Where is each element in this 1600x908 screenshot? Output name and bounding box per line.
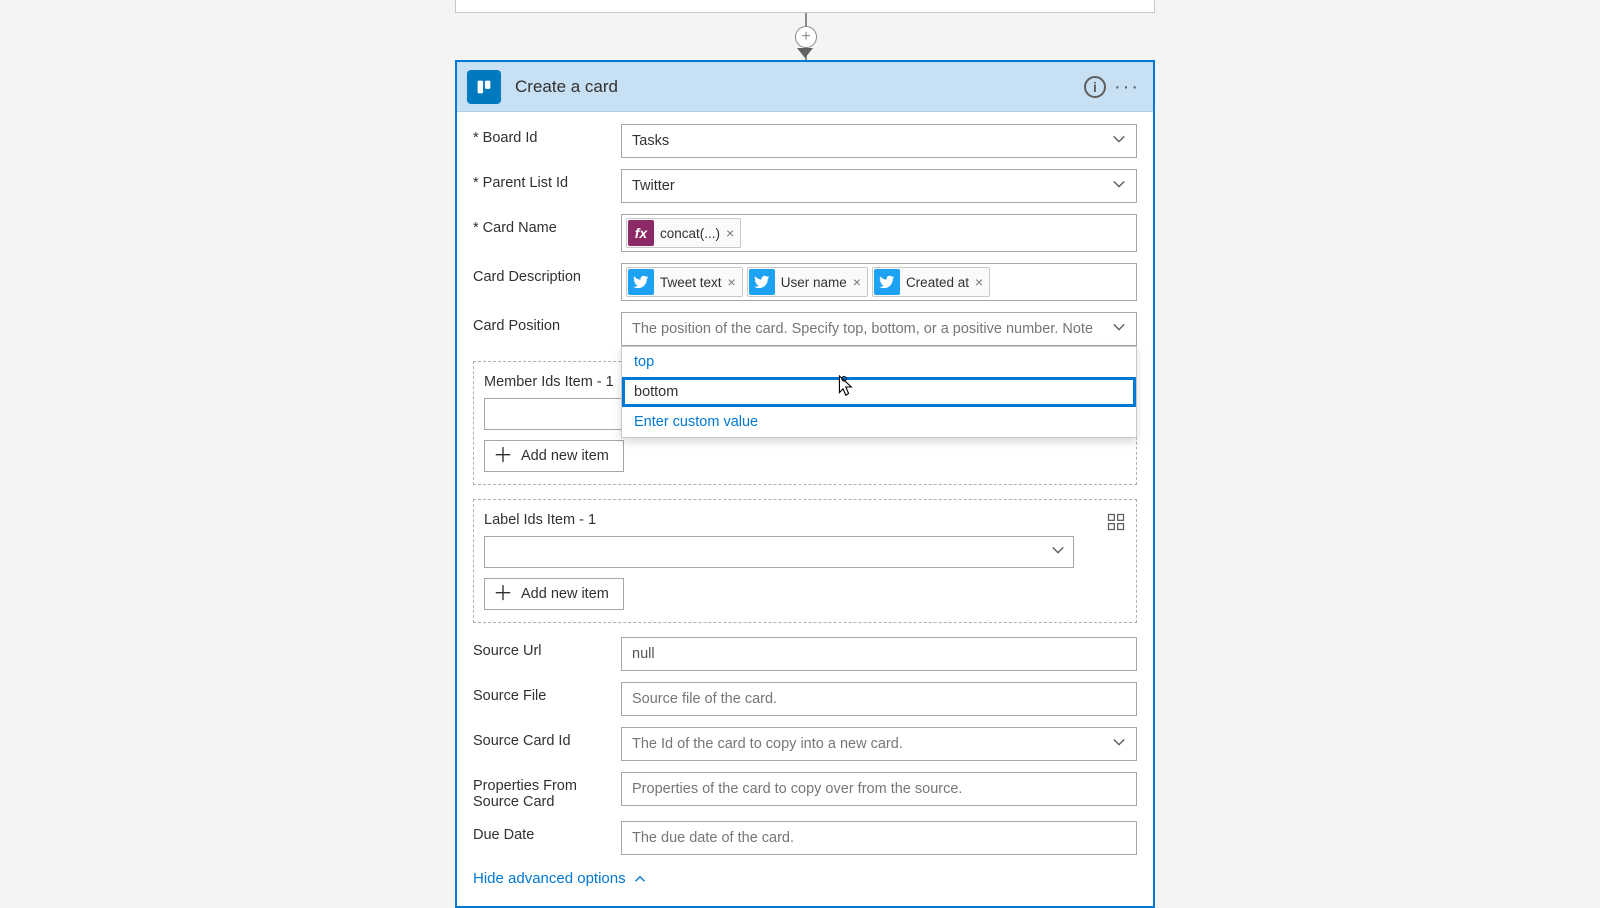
previous-step-card: [455, 0, 1155, 13]
source-card-id-select[interactable]: The Id of the card to copy into a new ca…: [621, 727, 1137, 761]
dropdown-option-top[interactable]: top: [622, 347, 1136, 377]
card-position-select[interactable]: The position of the card. Specify top, b…: [621, 312, 1137, 346]
label-parent-list-id: Parent List Id: [483, 175, 568, 191]
chevron-down-icon: [1112, 177, 1126, 195]
remove-token-icon[interactable]: ×: [726, 225, 734, 241]
card-description-input[interactable]: Tweet text × User name × Created at ×: [621, 263, 1137, 301]
action-card-create-card: Create a card i ··· *Board Id Tasks *Par…: [455, 60, 1155, 908]
board-id-select[interactable]: Tasks: [621, 124, 1137, 158]
label-label-ids: Label Ids Item - 1: [484, 512, 1126, 528]
chevron-up-icon: [634, 873, 646, 885]
label-ids-section: Label Ids Item - 1 ＋ Add new item: [473, 499, 1137, 623]
card-header[interactable]: Create a card i ···: [457, 62, 1153, 112]
label-board-id: Board Id: [483, 130, 538, 146]
required-asterisk: *: [473, 130, 479, 146]
source-url-input[interactable]: null: [621, 637, 1137, 671]
label-props-from-source: Properties From Source Card: [473, 778, 621, 810]
label-due-date: Due Date: [473, 827, 534, 843]
flow-arrow-icon: [797, 48, 813, 58]
add-step-button[interactable]: +: [795, 26, 817, 48]
label-card-description: Card Description: [473, 269, 581, 285]
label-card-position: Card Position: [473, 318, 560, 334]
chevron-down-icon: [1051, 543, 1065, 562]
required-asterisk: *: [473, 175, 479, 191]
trello-icon: [467, 70, 501, 104]
card-body: *Board Id Tasks *Parent List Id Twitter …: [457, 112, 1153, 906]
due-date-input[interactable]: The due date of the card.: [621, 821, 1137, 855]
switch-array-icon[interactable]: [1106, 512, 1126, 537]
chevron-down-icon: [1112, 320, 1126, 338]
required-asterisk: *: [473, 220, 479, 236]
dropdown-option-custom[interactable]: Enter custom value: [622, 407, 1136, 437]
card-position-dropdown: top bottom Enter custom value: [621, 346, 1137, 438]
chevron-down-icon: [1112, 735, 1126, 753]
label-source-card-id: Source Card Id: [473, 733, 571, 749]
remove-token-icon[interactable]: ×: [728, 274, 736, 290]
label-ids-select[interactable]: [484, 536, 1074, 568]
add-member-item-button[interactable]: ＋ Add new item: [484, 440, 624, 472]
remove-token-icon[interactable]: ×: [853, 274, 861, 290]
card-title: Create a card: [515, 77, 1079, 97]
twitter-icon: [874, 269, 900, 295]
token-tweet-text[interactable]: Tweet text ×: [626, 267, 743, 297]
twitter-icon: [749, 269, 775, 295]
token-user-name[interactable]: User name ×: [747, 267, 868, 297]
label-source-url: Source Url: [473, 643, 542, 659]
hide-advanced-options-link[interactable]: Hide advanced options: [473, 870, 646, 887]
remove-token-icon[interactable]: ×: [975, 274, 983, 290]
label-card-name: Card Name: [483, 220, 557, 236]
dropdown-option-bottom[interactable]: bottom: [622, 377, 1136, 407]
source-file-input[interactable]: Source file of the card.: [621, 682, 1137, 716]
token-expression[interactable]: fx concat(...) ×: [626, 218, 741, 248]
token-created-at[interactable]: Created at ×: [872, 267, 990, 297]
props-from-source-input[interactable]: Properties of the card to copy over from…: [621, 772, 1137, 806]
fx-icon: fx: [628, 220, 654, 246]
info-icon[interactable]: i: [1079, 71, 1111, 103]
more-icon[interactable]: ···: [1111, 71, 1143, 103]
parent-list-select[interactable]: Twitter: [621, 169, 1137, 203]
label-source-file: Source File: [473, 688, 546, 704]
add-label-item-button[interactable]: ＋ Add new item: [484, 578, 624, 610]
card-name-input[interactable]: fx concat(...) ×: [621, 214, 1137, 252]
chevron-down-icon: [1112, 132, 1126, 150]
twitter-icon: [628, 269, 654, 295]
